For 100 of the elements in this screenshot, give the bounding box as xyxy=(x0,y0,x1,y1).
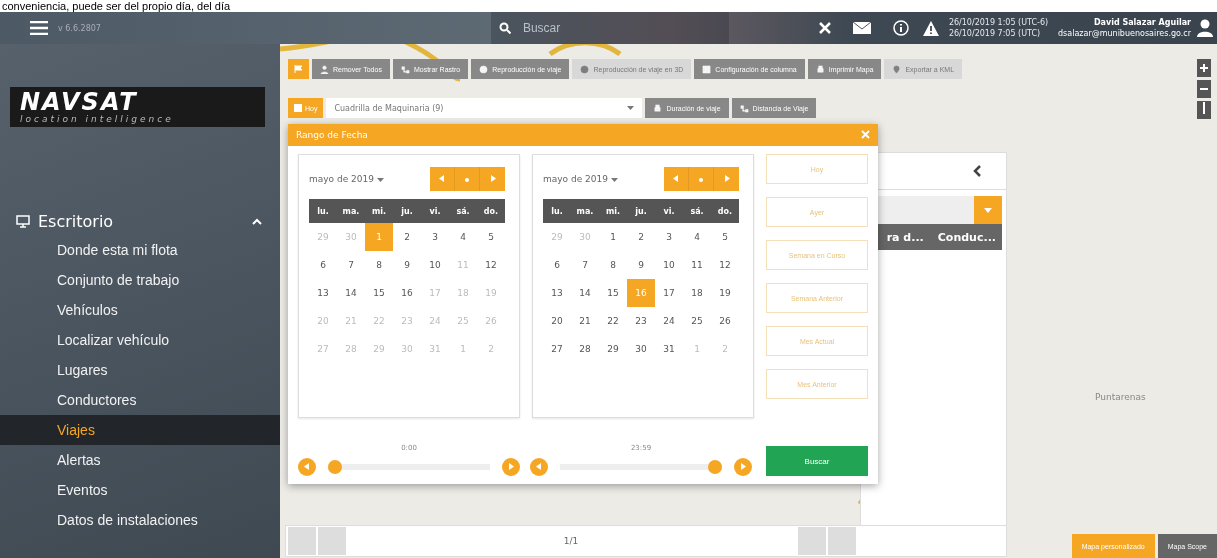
route-icon xyxy=(400,64,410,74)
calendar-day[interactable]: 11 xyxy=(683,251,711,279)
weekday-header: ju. xyxy=(393,199,421,223)
sidebar-item[interactable]: Conductores xyxy=(0,385,280,415)
calendar-day[interactable]: 10 xyxy=(655,251,683,279)
sidebar-item[interactable]: Donde esta mi flota xyxy=(0,235,280,265)
slider-thumb[interactable] xyxy=(708,460,722,474)
column-header[interactable]: ra d... xyxy=(886,230,924,244)
calendar-day[interactable]: 15 xyxy=(599,279,627,307)
sidebar-item[interactable]: Eventos xyxy=(0,475,280,505)
calendar-day[interactable]: 23 xyxy=(627,307,655,335)
step-forward-button[interactable] xyxy=(734,458,752,476)
calendar-day[interactable]: 5 xyxy=(711,223,739,251)
calendar-day[interactable]: 5 xyxy=(477,223,505,251)
chevron-left-icon[interactable] xyxy=(973,165,981,177)
calendar-day[interactable]: 7 xyxy=(337,251,365,279)
calendar-day[interactable]: 14 xyxy=(571,279,599,307)
calendar-day[interactable]: 3 xyxy=(421,223,449,251)
calendar-day[interactable]: 2 xyxy=(393,223,421,251)
sidebar-item[interactable]: Conjunto de trabajo xyxy=(0,265,280,295)
place-label: Puntarenas xyxy=(1095,392,1146,402)
calendar-day[interactable]: 10 xyxy=(421,251,449,279)
calendar-day[interactable]: 25 xyxy=(683,307,711,335)
ruler-button[interactable] xyxy=(1197,101,1211,119)
user-icon[interactable] xyxy=(1197,19,1213,37)
calendar-day[interactable]: 1 xyxy=(599,223,627,251)
calendar-day[interactable]: 18 xyxy=(683,279,711,307)
sidebar-item[interactable]: Alertas xyxy=(0,445,280,475)
warning-icon[interactable] xyxy=(922,20,939,36)
calendar-day[interactable]: 13 xyxy=(309,279,337,307)
zoom-in-button[interactable] xyxy=(1197,59,1211,77)
step-back-button[interactable] xyxy=(298,458,316,476)
utc-time: 26/10/2019 7:05 (UTC) xyxy=(948,28,1042,39)
group-select[interactable]: Cuadrilla de Maquinaria (9) xyxy=(326,98,643,118)
caret-icon xyxy=(610,178,618,182)
sidebar-item[interactable]: Lugares xyxy=(0,355,280,385)
calendar-day[interactable]: 12 xyxy=(477,251,505,279)
calendar-day[interactable]: 8 xyxy=(365,251,393,279)
pin-icon xyxy=(892,64,902,74)
calendar-day[interactable]: 29 xyxy=(599,335,627,363)
calendar-day[interactable]: 7 xyxy=(571,251,599,279)
search-box[interactable]: Buscar xyxy=(490,12,729,44)
calendar-day[interactable]: 27 xyxy=(543,335,571,363)
sidebar-item[interactable]: Vehículos xyxy=(0,295,280,325)
slider-thumb[interactable] xyxy=(328,460,342,474)
search-field[interactable]: Buscar xyxy=(520,20,715,36)
weekday-header: ma. xyxy=(571,199,599,223)
calendar-day[interactable]: 31 xyxy=(655,335,683,363)
dot-icon xyxy=(699,177,703,182)
step-forward-button[interactable] xyxy=(502,458,520,476)
flag-button[interactable] xyxy=(288,59,309,79)
local-time: 26/10/2019 1:05 (UTC-6) xyxy=(948,17,1049,28)
sidebar-item[interactable]: Localizar vehículo xyxy=(0,325,280,355)
close-button[interactable] xyxy=(818,22,831,34)
calendar-day[interactable]: 12 xyxy=(711,251,739,279)
weekday-header: lu. xyxy=(543,199,571,223)
info-icon[interactable] xyxy=(892,20,909,36)
calendar-day[interactable]: 13 xyxy=(543,279,571,307)
calendar-day[interactable]: 4 xyxy=(449,223,477,251)
triangle-right-icon xyxy=(508,463,514,470)
calendar-day[interactable]: 15 xyxy=(365,279,393,307)
calendar-day[interactable]: 3 xyxy=(655,223,683,251)
calendar-day[interactable]: 4 xyxy=(683,223,711,251)
calendar-day[interactable]: 24 xyxy=(655,307,683,335)
calendar-day[interactable]: 9 xyxy=(393,251,421,279)
calendar-day[interactable]: 6 xyxy=(309,251,337,279)
column-header[interactable]: Conduc... xyxy=(937,230,996,244)
version-label: v 6.6.2807 xyxy=(58,23,101,33)
calendar-day[interactable]: 2 xyxy=(627,223,655,251)
sidebar-item[interactable]: Datos de instalaciones xyxy=(0,505,280,535)
logo-text: NAVSAT xyxy=(20,90,138,114)
calendar-day[interactable]: 28 xyxy=(571,335,599,363)
calendar-day[interactable]: 26 xyxy=(711,307,739,335)
calendar-day[interactable]: 22 xyxy=(599,307,627,335)
calendar-icon xyxy=(294,104,302,112)
calendar-day[interactable]: 30 xyxy=(627,335,655,363)
calendar-day[interactable]: 17 xyxy=(655,279,683,307)
logo-tagline: location intelligence xyxy=(20,114,175,124)
section-header[interactable]: Escritorio xyxy=(0,207,280,235)
calendar-day[interactable]: 6 xyxy=(543,251,571,279)
zoom-out-button[interactable] xyxy=(1197,80,1211,98)
calendar-day[interactable]: 14 xyxy=(337,279,365,307)
calendar-day[interactable]: 8 xyxy=(599,251,627,279)
plus-icon xyxy=(1200,64,1208,72)
calendar-day[interactable]: 9 xyxy=(627,251,655,279)
calendar-day[interactable]: 19 xyxy=(711,279,739,307)
calendar-day[interactable]: 16 xyxy=(393,279,421,307)
mail-icon[interactable] xyxy=(852,22,871,34)
month-select[interactable]: mayo de 2019 xyxy=(309,174,384,184)
triangle-right-icon xyxy=(740,463,746,470)
weekday-header: mi. xyxy=(365,199,393,223)
calendar-day[interactable]: 21 xyxy=(571,307,599,335)
caret-icon xyxy=(376,178,384,182)
sidebar-item[interactable]: Viajes xyxy=(0,415,280,445)
dropdown-button[interactable] xyxy=(974,196,1002,224)
calendar-day[interactable]: 20 xyxy=(543,307,571,335)
step-back-button[interactable] xyxy=(530,458,548,476)
month-select[interactable]: mayo de 2019 xyxy=(543,174,618,184)
menu-icon[interactable] xyxy=(30,21,48,35)
weekday-header: sá. xyxy=(683,199,711,223)
